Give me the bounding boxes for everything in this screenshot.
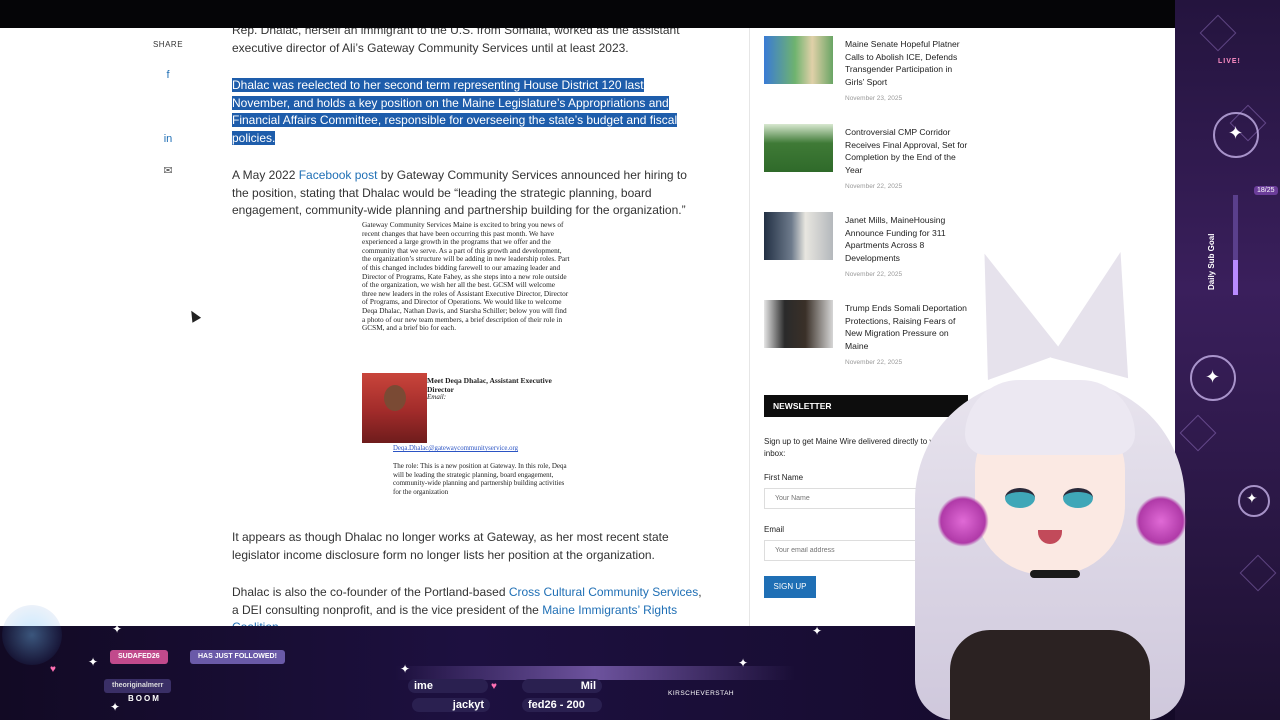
sub-goal-count: 18/25 [1254, 186, 1278, 195]
text: Dhalac is also the co-founder of the Por… [232, 585, 509, 599]
avatar-ear [1050, 241, 1160, 379]
news-date: November 22, 2025 [845, 271, 903, 278]
news-date: November 22, 2025 [845, 359, 903, 366]
glow-strip [395, 666, 795, 680]
star-icon: ✦ [88, 655, 99, 669]
linkedin-icon[interactable]: in [158, 129, 178, 149]
scan-body-text: Gateway Community Services Maine is exci… [362, 220, 570, 333]
boom-text: BOOM [128, 694, 161, 703]
sub-goal-fill [1233, 260, 1238, 295]
first-name-label: First Name [764, 473, 804, 482]
vtuber-avatar [895, 239, 1195, 720]
share-label: SHARE [152, 40, 184, 49]
portrait-photo [362, 373, 427, 443]
star-icon: ✦ [738, 656, 749, 670]
selected-text[interactable]: Dhalac was reelected to her second term … [232, 78, 678, 145]
facebook-icon[interactable]: f [158, 65, 178, 85]
share-bar: SHARE f in ✉ [150, 40, 186, 193]
ticker-item: fed26 - 200 [522, 698, 602, 712]
scan-email-link: Deqa.Dhalac@gatewaycommunityservice.org [393, 445, 519, 452]
news-date: November 23, 2025 [845, 95, 903, 102]
scan-role-text: The role: This is a new position at Gate… [393, 462, 567, 496]
avatar-choker [1030, 570, 1080, 578]
email-icon[interactable]: ✉ [158, 161, 178, 181]
sidebar-divider [749, 28, 750, 626]
live-badge: LIVE! [1218, 58, 1241, 65]
article-paragraph-4: Dhalac is also the co-founder of the Por… [232, 584, 702, 626]
star-icon: ✦ [1228, 123, 1244, 143]
avatar-outfit [950, 630, 1150, 720]
ticker-item: jackyt [412, 698, 490, 712]
ticker-item: Mil [522, 679, 602, 693]
avatar-eye [1005, 488, 1035, 508]
news-item[interactable]: Controversial CMP Corridor Receives Fina… [764, 124, 974, 212]
news-thumbnail[interactable] [764, 212, 833, 260]
follow-message: HAS JUST FOLLOWED! [190, 650, 285, 664]
text: A May 2022 [232, 168, 299, 182]
flower-icon [1135, 495, 1187, 547]
email-label: Email [764, 525, 785, 534]
top-bar [0, 0, 1280, 28]
scan-email-label: Email: [427, 393, 447, 401]
follower-name-2: theoriginalmerr [104, 679, 172, 693]
ticker-item: ime [408, 679, 488, 693]
avatar-mouth [1038, 530, 1062, 544]
bubble-decor [2, 605, 62, 665]
news-item[interactable]: Maine Senate Hopeful Platner Calls to Ab… [764, 36, 974, 124]
news-title[interactable]: Maine Senate Hopeful Platner Calls to Ab… [845, 38, 970, 88]
news-thumbnail[interactable] [764, 124, 833, 172]
heart-icon: ♥ [491, 681, 497, 692]
news-date: November 22, 2025 [845, 183, 903, 190]
scanned-announcement-image: Gateway Community Services Maine is exci… [356, 220, 576, 503]
star-icon: ✦ [1205, 367, 1221, 387]
decor-hex [1199, 14, 1237, 52]
sub-goal-bar [1233, 195, 1238, 295]
news-title[interactable]: Controversial CMP Corridor Receives Fina… [845, 126, 970, 176]
article-paragraph-3: It appears as though Dhalac no longer wo… [232, 530, 669, 562]
heart-icon: ♥ [50, 664, 56, 675]
star-icon: ✦ [112, 622, 123, 636]
sub-goal-label: Daily Sub Goal [1207, 233, 1216, 290]
star-icon: ✦ [400, 662, 411, 676]
article-body-lower: It appears as though Dhalac no longer wo… [232, 529, 702, 626]
star-icon: ✦ [812, 624, 823, 638]
article-paragraph-intro: Rep. Dhalac, herself an immigrant to the… [232, 28, 680, 55]
scan-name-heading: Meet Deqa Dhalac, Assistant Executive Di… [427, 376, 552, 394]
x-icon[interactable] [158, 97, 178, 117]
flower-icon [937, 495, 989, 547]
follower-name: SUDAFED26 [110, 650, 168, 664]
facebook-post-link[interactable]: Facebook post [299, 168, 378, 182]
sign-up-button[interactable]: SIGN UP [764, 576, 816, 598]
avatar-ear [946, 239, 1064, 381]
article-paragraph-2: A May 2022 Facebook post by Gateway Comm… [232, 167, 702, 220]
article-paragraph-highlighted: Dhalac was reelected to her second term … [232, 77, 702, 147]
news-thumbnail[interactable] [764, 36, 833, 84]
star-icon: ✦ [110, 700, 121, 714]
star-icon: ✦ [1246, 490, 1258, 506]
article-body: Rep. Dhalac, herself an immigrant to the… [232, 28, 702, 240]
mouse-cursor [186, 308, 202, 323]
cross-cultural-link[interactable]: Cross Cultural Community Services [509, 585, 698, 599]
avatar-bangs [965, 380, 1135, 455]
decor-hex [1239, 554, 1277, 592]
news-thumbnail[interactable] [764, 300, 833, 348]
avatar-eye [1063, 488, 1093, 508]
ticker-credit: KIRSCHEVERSTAH [668, 690, 735, 697]
